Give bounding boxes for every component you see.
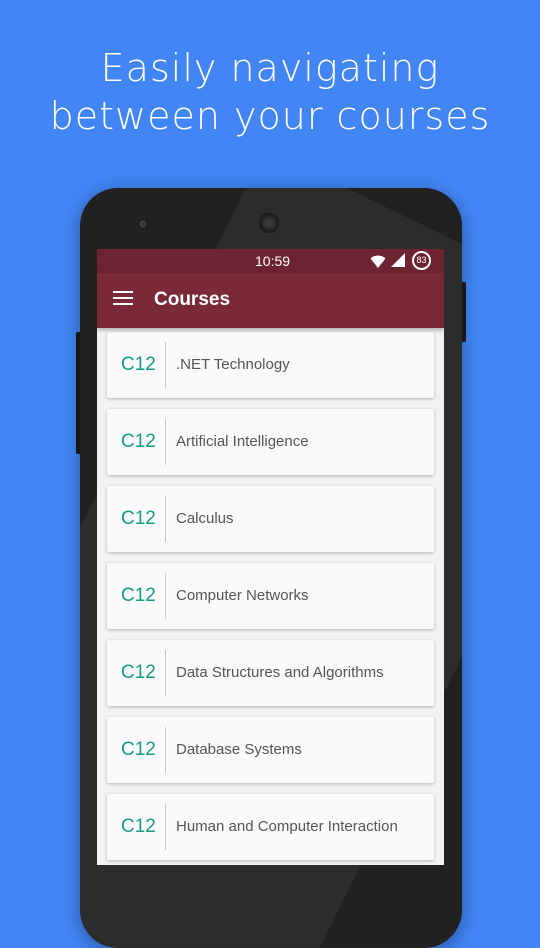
course-name: Artificial Intelligence xyxy=(176,433,309,450)
course-code: C12 xyxy=(121,431,156,452)
headline-line-1: Easily navigating xyxy=(100,46,440,90)
course-card[interactable]: C12 .NET Technology xyxy=(107,332,434,398)
earpiece-speaker xyxy=(259,213,279,233)
status-bar: 10:59 83 xyxy=(97,249,444,273)
promo-headline: Easily navigating between your courses xyxy=(0,44,540,140)
course-divider xyxy=(165,650,166,696)
course-name: Human and Computer Interaction xyxy=(176,818,398,835)
course-code: C12 xyxy=(121,662,156,683)
proximity-sensor xyxy=(388,222,392,226)
hamburger-menu-icon[interactable] xyxy=(113,291,133,307)
battery-level: 83 xyxy=(416,255,427,265)
course-name: Computer Networks xyxy=(176,587,309,604)
battery-icon: 83 xyxy=(412,251,431,270)
course-code: C12 xyxy=(121,508,156,529)
course-divider xyxy=(165,419,166,465)
course-name: Calculus xyxy=(176,510,234,527)
course-divider xyxy=(165,804,166,850)
course-name: Database Systems xyxy=(176,741,302,758)
phone-screen: 10:59 83 Courses C12 .NET Technology C12… xyxy=(97,249,444,865)
headline-line-2: between your courses xyxy=(49,94,491,138)
course-divider xyxy=(165,727,166,773)
course-card[interactable]: C12 Computer Networks xyxy=(107,563,434,629)
status-time: 10:59 xyxy=(255,253,291,269)
course-divider xyxy=(165,342,166,388)
light-sensor xyxy=(400,222,404,226)
course-card[interactable]: C12 Database Systems xyxy=(107,717,434,783)
signal-icon xyxy=(391,253,405,267)
course-name: Data Structures and Algorithms xyxy=(176,664,384,681)
toolbar-title: Courses xyxy=(154,289,231,310)
course-card[interactable]: C12 Data Structures and Algorithms xyxy=(107,640,434,706)
wifi-icon xyxy=(370,255,386,268)
front-camera xyxy=(138,219,148,229)
course-code: C12 xyxy=(121,354,156,375)
course-card[interactable]: C12 Human and Computer Interaction xyxy=(107,794,434,860)
course-code: C12 xyxy=(121,739,156,760)
app-toolbar: Courses xyxy=(97,273,444,328)
course-code: C12 xyxy=(121,585,156,606)
course-divider xyxy=(165,496,166,542)
course-code: C12 xyxy=(121,816,156,837)
course-divider xyxy=(165,573,166,619)
course-card[interactable]: C12 Calculus xyxy=(107,486,434,552)
course-name: .NET Technology xyxy=(176,356,290,373)
course-card[interactable]: C12 Artificial Intelligence xyxy=(107,409,434,475)
